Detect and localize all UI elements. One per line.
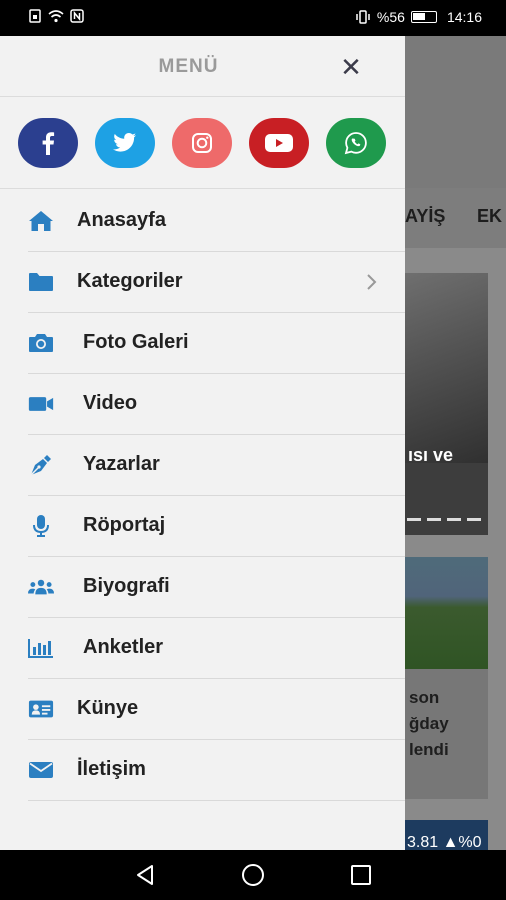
news-card[interactable]: son ğday lendi	[405, 557, 488, 799]
slider-image	[405, 273, 488, 463]
pen-icon	[28, 453, 54, 477]
menu-item-label: Künye	[77, 697, 139, 719]
menu-item-yazarlar[interactable]: Yazarlar	[0, 435, 405, 496]
video-icon	[28, 392, 54, 416]
menu-item-kategoriler[interactable]: Kategoriler	[0, 252, 405, 313]
wifi-icon	[48, 10, 64, 23]
nfc-icon	[70, 9, 84, 23]
battery-percent: %56	[376, 9, 405, 25]
menu-item-kunye[interactable]: Künye	[0, 679, 405, 740]
back-icon[interactable]	[134, 863, 158, 887]
clock: 14:16	[446, 9, 482, 25]
menu-item-label: İletişim	[77, 758, 146, 780]
drawer-title: MENÜ	[158, 56, 219, 77]
system-nav-bar	[0, 850, 506, 900]
category-tabs: AYİŞ EK	[405, 188, 506, 248]
youtube-icon[interactable]	[249, 118, 309, 168]
menu-item-label: Röportaj	[83, 514, 166, 536]
menu-item-label: Yazarlar	[83, 453, 160, 475]
slider-caption: ısı ve	[408, 445, 454, 465]
envelope-icon	[28, 758, 54, 782]
menu-item-biyografi[interactable]: Biyografi	[0, 557, 405, 618]
menu-item-label: Anketler	[83, 636, 164, 658]
vibrate-icon	[356, 10, 370, 24]
sim-icon	[29, 9, 41, 23]
divider	[0, 96, 405, 97]
navigation-drawer: MENÜ ✕ Anasayfa Kategoriler Foto Galeri …	[0, 36, 405, 850]
folder-icon	[28, 270, 54, 294]
menu-item-label: Foto Galeri	[83, 331, 189, 353]
news-card-image	[405, 557, 488, 669]
recents-icon[interactable]	[349, 863, 373, 887]
chevron-right-icon[interactable]	[362, 272, 382, 292]
status-icons-right: %56 14:16	[355, 9, 482, 25]
status-bar: %56 14:16	[0, 0, 506, 36]
home-icon	[28, 209, 54, 233]
close-icon[interactable]: ✕	[338, 54, 364, 80]
social-links	[18, 118, 386, 168]
news-card-title: son ğday lendi	[409, 688, 449, 759]
menu-item-label: Video	[83, 392, 138, 414]
menu-item-label: Kategoriler	[77, 270, 183, 292]
twitter-icon[interactable]	[95, 118, 155, 168]
instagram-icon[interactable]	[172, 118, 232, 168]
microphone-icon	[28, 514, 54, 538]
chart-icon	[28, 636, 54, 660]
battery-icon	[410, 11, 437, 23]
news-slider-card[interactable]: ısı ve	[405, 273, 488, 535]
id-card-icon	[28, 697, 54, 721]
drawer-menu: Anasayfa Kategoriler Foto Galeri Video Y…	[0, 191, 405, 801]
market-ticker: 3.81 ▲%0	[405, 820, 488, 851]
divider	[0, 188, 405, 189]
camera-icon	[28, 331, 54, 355]
menu-item-anketler[interactable]: Anketler	[0, 618, 405, 679]
menu-item-video[interactable]: Video	[0, 374, 405, 435]
tab-1[interactable]: AYİŞ	[405, 206, 445, 227]
menu-item-iletisim[interactable]: İletişim	[0, 740, 405, 801]
slider-indicators	[407, 518, 481, 521]
home-circle-icon[interactable]	[241, 863, 265, 887]
divider	[28, 800, 405, 801]
users-icon	[28, 575, 54, 599]
tab-2[interactable]: EK	[477, 206, 502, 227]
menu-item-roportaj[interactable]: Röportaj	[0, 496, 405, 557]
menu-item-anasayfa[interactable]: Anasayfa	[0, 191, 405, 252]
status-icons-left	[28, 9, 84, 23]
facebook-icon[interactable]	[18, 118, 78, 168]
whatsapp-icon[interactable]	[326, 118, 386, 168]
menu-item-label: Biyografi	[83, 575, 170, 597]
app-header	[405, 36, 506, 188]
menu-item-foto-galeri[interactable]: Foto Galeri	[0, 313, 405, 374]
menu-item-label: Anasayfa	[77, 209, 166, 231]
